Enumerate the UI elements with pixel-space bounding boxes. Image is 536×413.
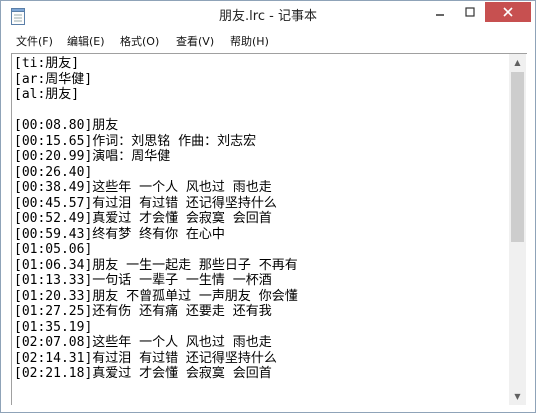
scroll-up-arrow-icon[interactable]: ▲ [509, 54, 526, 71]
text-line: [00:15.65]作词：刘思铭 作曲：刘志宏 [14, 133, 257, 149]
minimize-icon [436, 14, 444, 16]
text-line: [00:59.43]终有梦 终有你 在心中 [14, 226, 225, 242]
menu-bar: 文件(F) 编辑(E) 格式(O) 查看(V) 帮助(H) [1, 32, 535, 52]
menu-help[interactable]: 帮助(H) [230, 34, 269, 50]
text-line: [ar:周华健] [14, 71, 93, 87]
text-line: [al:朋友] [14, 87, 80, 102]
vertical-scrollbar[interactable]: ▲ ▼ [509, 54, 526, 405]
text-line: [ti:朋友] [14, 56, 80, 71]
menu-format[interactable]: 格式(O) [120, 34, 159, 50]
title-bar[interactable]: 朋友.lrc - 记事本 [1, 1, 535, 32]
text-line: [00:08.80]朋友 [14, 118, 119, 133]
text-line: [01:05.06] [14, 242, 93, 257]
text-line: [01:35.19] [14, 319, 93, 335]
text-line: [01:13.33]一句话 一辈子 一生情 一杯酒 [14, 273, 272, 288]
text-line: [01:27.25]还有伤 还有痛 还要走 还有我 [14, 304, 272, 319]
text-line: [00:20.99]演唱：周华健 [14, 149, 171, 164]
text-line: [00:38.49]这些年 一个人 风也过 雨也走 [14, 180, 272, 195]
text-line: [02:07.08]这些年 一个人 风也过 雨也走 [14, 335, 272, 350]
menu-view[interactable]: 查看(V) [176, 34, 214, 50]
close-icon [503, 7, 513, 17]
text-line: [01:06.34]朋友 一生一起走 那些日子 不再有 [14, 257, 298, 273]
scroll-down-arrow-icon[interactable]: ▼ [509, 388, 526, 405]
window-title: 朋友.lrc - 记事本 [219, 9, 317, 24]
editor-text-area[interactable]: [ti:朋友] [ar:周华健] [al:朋友] [00:08.80]朋友 [0… [14, 56, 508, 402]
text-line [14, 103, 508, 119]
menu-edit[interactable]: 编辑(E) [67, 34, 105, 50]
text-line: [01:20.33]朋友 不曾孤单过 一声朋友 你会懂 [14, 288, 298, 304]
notepad-window: 朋友.lrc - 记事本 文件(F) 编辑(E) 格式(O) 查看(V) 帮助(… [0, 0, 536, 413]
text-line: [02:14.31]有过泪 有过错 还记得坚持什么 [14, 350, 277, 366]
scroll-thumb[interactable] [511, 72, 524, 242]
maximize-button[interactable] [456, 2, 484, 22]
menu-file[interactable]: 文件(F) [16, 34, 53, 50]
text-line: [00:52.49]真爱过 才会懂 会寂寞 会回首 [14, 211, 272, 226]
text-line: [02:21.18]真爱过 才会懂 会寂寞 会回首 [14, 366, 272, 381]
text-line: [00:26.40] [14, 164, 93, 180]
close-button[interactable] [485, 2, 531, 22]
text-editor[interactable]: [ti:朋友] [ar:周华健] [al:朋友] [00:08.80]朋友 [0… [11, 53, 527, 405]
text-line: [00:45.57]有过泪 有过错 还记得坚持什么 [14, 195, 277, 211]
maximize-icon [465, 7, 475, 17]
minimize-button[interactable] [426, 2, 454, 22]
